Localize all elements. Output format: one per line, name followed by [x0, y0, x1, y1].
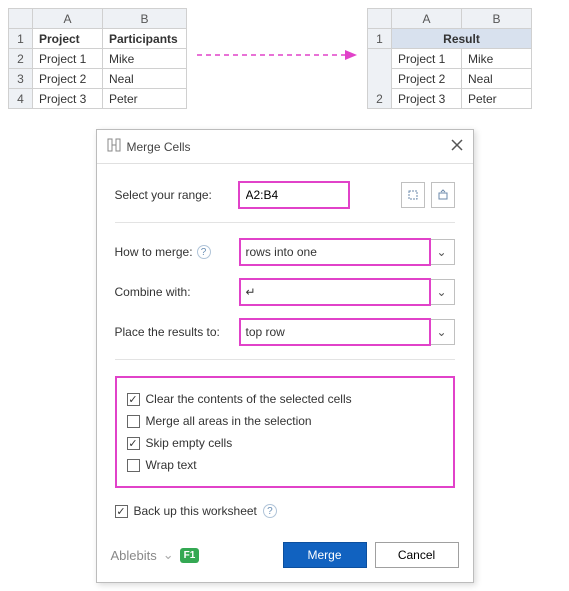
merge-all-checkbox[interactable] — [127, 415, 140, 428]
corner-cell — [9, 9, 33, 29]
how-value: rows into one — [240, 239, 430, 265]
cell[interactable]: Mike — [103, 49, 187, 69]
place-value: top row — [240, 319, 430, 345]
skip-empty-label: Skip empty cells — [146, 436, 233, 450]
merge-button[interactable]: Merge — [283, 542, 367, 568]
row-header[interactable]: 1 — [9, 29, 33, 49]
transform-arrow — [197, 48, 357, 65]
cell[interactable]: Project 2 — [392, 69, 462, 89]
combine-with-select[interactable]: ↵ ⌄ — [239, 279, 455, 305]
row-header[interactable]: 2 — [368, 49, 392, 109]
cell[interactable]: Mike — [462, 49, 532, 69]
cell[interactable]: Project 3 — [33, 89, 103, 109]
how-label: How to merge: — [115, 245, 193, 259]
combine-value: ↵ — [240, 279, 430, 305]
wrap-text-label: Wrap text — [146, 458, 197, 472]
range-input[interactable] — [239, 182, 349, 208]
row-header[interactable]: 3 — [9, 69, 33, 89]
cell[interactable]: Project 2 — [33, 69, 103, 89]
place-results-select[interactable]: top row ⌄ — [239, 319, 455, 345]
col-header[interactable]: A — [392, 9, 462, 29]
chevron-down-icon: ⌄ — [430, 245, 454, 259]
place-label: Place the results to: — [115, 325, 239, 339]
range-label: Select your range: — [115, 188, 239, 202]
col-header[interactable]: B — [462, 9, 532, 29]
how-to-merge-select[interactable]: rows into one ⌄ — [239, 239, 455, 265]
chevron-down-icon: ⌄ — [430, 325, 454, 339]
result-header-cell[interactable]: Result — [392, 29, 532, 49]
corner-cell — [368, 9, 392, 29]
clear-contents-label: Clear the contents of the selected cells — [146, 392, 352, 406]
clear-contents-checkbox[interactable]: ✓ — [127, 393, 140, 406]
chevron-down-icon: ⌄ — [163, 547, 174, 563]
help-icon[interactable]: ? — [263, 504, 277, 518]
merge-cells-dialog: Merge Cells Select your range: Ho — [96, 129, 474, 583]
backup-checkbox[interactable]: ✓ — [115, 505, 128, 518]
row-header[interactable]: 4 — [9, 89, 33, 109]
cell[interactable]: Project 1 — [392, 49, 462, 69]
f1-badge[interactable]: F1 — [180, 548, 200, 563]
combine-label: Combine with: — [115, 285, 239, 299]
right-spreadsheet[interactable]: A B 1 Result 2 Project 1 Mike Project 2 … — [367, 8, 532, 109]
titlebar: Merge Cells — [97, 130, 473, 164]
cell[interactable]: Project 1 — [33, 49, 103, 69]
expand-range-icon[interactable] — [431, 182, 455, 208]
cell[interactable]: Participants — [103, 29, 187, 49]
cell[interactable]: Neal — [103, 69, 187, 89]
row-header[interactable]: 2 — [9, 49, 33, 69]
cell[interactable]: Project 3 — [392, 89, 462, 109]
cell[interactable]: Peter — [103, 89, 187, 109]
cancel-button[interactable]: Cancel — [375, 542, 459, 568]
dialog-title: Merge Cells — [127, 140, 451, 154]
cell[interactable]: Neal — [462, 69, 532, 89]
skip-empty-checkbox[interactable]: ✓ — [127, 437, 140, 450]
row-header[interactable]: 1 — [368, 29, 392, 49]
col-header[interactable]: A — [33, 9, 103, 29]
merge-cells-icon — [107, 138, 121, 155]
help-icon[interactable]: ? — [197, 245, 211, 259]
chevron-down-icon: ⌄ — [430, 285, 454, 299]
cell[interactable]: Project — [33, 29, 103, 49]
col-header[interactable]: B — [103, 9, 187, 29]
close-button[interactable] — [451, 139, 463, 154]
merge-all-label: Merge all areas in the selection — [146, 414, 312, 428]
cell[interactable]: Peter — [462, 89, 532, 109]
brand-label[interactable]: Ablebits — [111, 548, 157, 563]
options-group: ✓ Clear the contents of the selected cel… — [115, 376, 455, 488]
wrap-text-checkbox[interactable] — [127, 459, 140, 472]
left-spreadsheet[interactable]: A B 1 Project Participants 2 Project 1 M… — [8, 8, 187, 109]
backup-label: Back up this worksheet — [134, 504, 257, 518]
collapse-range-icon[interactable] — [401, 182, 425, 208]
